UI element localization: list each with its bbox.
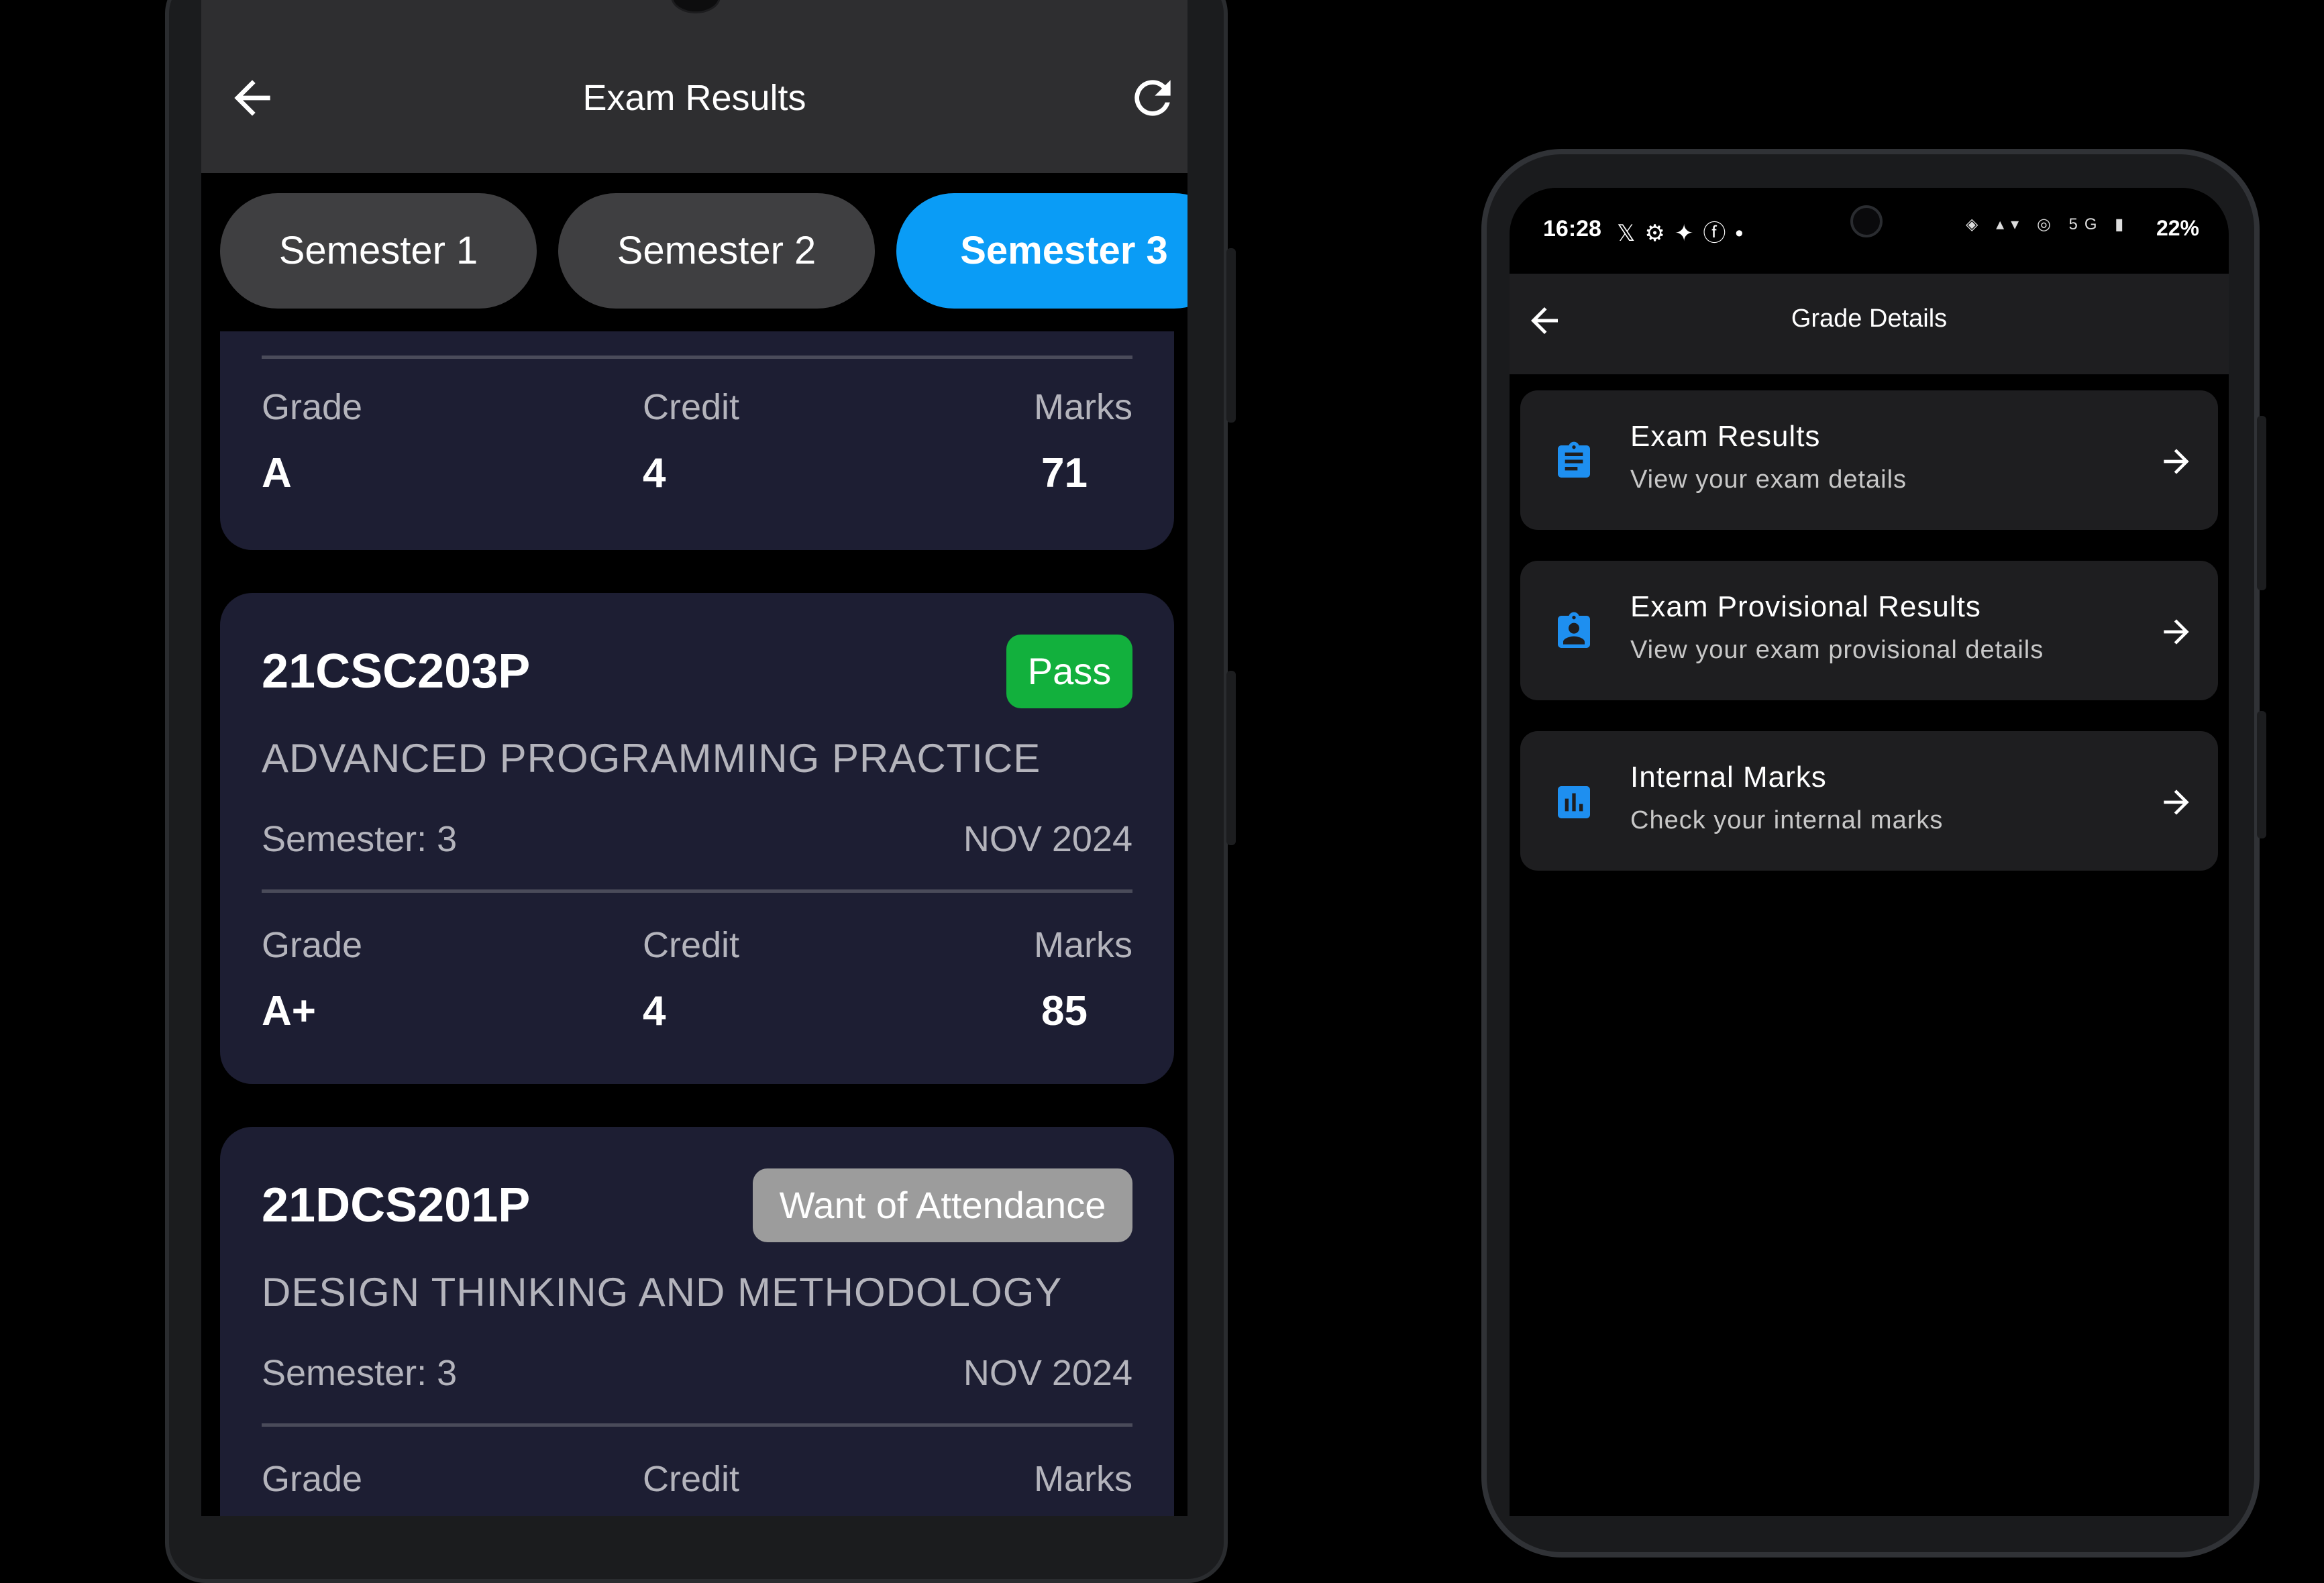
grade-value: A+: [262, 988, 316, 1034]
front-camera: [1850, 205, 1883, 237]
status-badge: Pass: [1006, 635, 1132, 708]
marks-label: Marks: [1034, 925, 1132, 965]
course-name: ADVANCED PROGRAMMING PRACTICE: [262, 736, 1041, 781]
refresh-icon[interactable]: [1126, 71, 1179, 125]
exam-date: NOV 2024: [963, 819, 1132, 859]
credit-value: 4: [643, 450, 666, 496]
menu-item-exam-provisional-results[interactable]: Exam Provisional Results View your exam …: [1520, 561, 2218, 700]
clipboard-icon: [1558, 441, 1590, 478]
grade-value: A: [262, 450, 292, 496]
tab-semester-3[interactable]: Semester 3: [896, 193, 1187, 309]
marks-value: 71: [1041, 450, 1088, 496]
arrow-right-icon: [2164, 619, 2189, 645]
menu-item-subtitle: View your exam provisional details: [1630, 636, 2044, 664]
arrow-right-icon: [2164, 449, 2189, 474]
exam-date: NOV 2024: [963, 1353, 1132, 1393]
course-name: DESIGN THINKING AND METHODOLOGY: [262, 1270, 1063, 1315]
menu-item-subtitle: View your exam details: [1630, 466, 1907, 494]
volume-button: [2257, 416, 2266, 590]
tab-semester-1[interactable]: Semester 1: [220, 193, 537, 309]
menu-item-title: Exam Results: [1630, 420, 1821, 453]
bar-chart-icon: [1558, 786, 1590, 818]
notification-icons: 𝕏⚙✦ⓕ•: [1617, 221, 1753, 246]
course-code: 21CSC203P: [262, 645, 531, 698]
power-button: [1226, 671, 1236, 845]
page-title: Grade Details: [1791, 305, 1948, 333]
arrow-right-icon: [2164, 789, 2189, 815]
semester-tabs: Semester 1 Semester 2 Semester 3: [201, 173, 1187, 331]
volume-button: [1226, 248, 1236, 423]
divider: [262, 1423, 1132, 1427]
front-camera: [671, 0, 721, 13]
exam-results-screen: Exam Results Semester 1 Semester 2 Semes…: [201, 0, 1187, 1516]
menu-item-subtitle: Check your internal marks: [1630, 806, 1944, 834]
grade-label: Grade: [262, 1459, 363, 1499]
menu-item-title: Exam Provisional Results: [1630, 590, 1981, 623]
result-card[interactable]: 21DCS201P Want of Attendance DESIGN THIN…: [220, 1127, 1174, 1516]
system-icons: ◈ ▴▾ ◎ 5G ▮: [1966, 215, 2131, 233]
page-title: Exam Results: [582, 78, 806, 118]
app-bar: Exam Results: [201, 0, 1187, 173]
status-bar: 16:28 𝕏⚙✦ⓕ• ◈ ▴▾ ◎ 5G ▮ 22%: [1510, 188, 2229, 274]
semester-text: Semester: 3: [262, 1353, 458, 1393]
divider: [262, 356, 1132, 359]
badge-icon: [1558, 612, 1590, 648]
menu-item-title: Internal Marks: [1630, 761, 1827, 794]
app-bar: Grade Details: [1510, 274, 2229, 374]
course-code: 21DCS201P: [262, 1179, 531, 1232]
tab-semester-2[interactable]: Semester 2: [558, 193, 875, 309]
menu-item-exam-results[interactable]: Exam Results View your exam details: [1520, 390, 2218, 530]
grade-details-screen: 16:28 𝕏⚙✦ⓕ• ◈ ▴▾ ◎ 5G ▮ 22% Grade Detail…: [1510, 188, 2229, 1516]
battery-percent: 22%: [2156, 216, 2199, 240]
marks-label: Marks: [1034, 387, 1132, 427]
grade-label: Grade: [262, 387, 363, 427]
credit-label: Credit: [643, 1459, 740, 1499]
menu-item-internal-marks[interactable]: Internal Marks Check your internal marks: [1520, 731, 2218, 871]
marks-label: Marks: [1034, 1459, 1132, 1499]
semester-text: Semester: 3: [262, 819, 458, 859]
credit-label: Credit: [643, 387, 740, 427]
result-card[interactable]: 21CSC203P Pass ADVANCED PROGRAMMING PRAC…: [220, 593, 1174, 1084]
credit-value: 4: [643, 988, 666, 1034]
credit-label: Credit: [643, 925, 740, 965]
result-card[interactable]: Grade Credit Marks A 4 71: [220, 331, 1174, 550]
divider: [262, 889, 1132, 893]
marks-value: 85: [1041, 988, 1088, 1034]
status-badge: Want of Attendance: [753, 1168, 1132, 1242]
network-type: 5G: [2068, 215, 2104, 233]
grade-label: Grade: [262, 925, 363, 965]
power-button: [2257, 711, 2266, 838]
status-time: 16:28: [1543, 216, 1601, 241]
